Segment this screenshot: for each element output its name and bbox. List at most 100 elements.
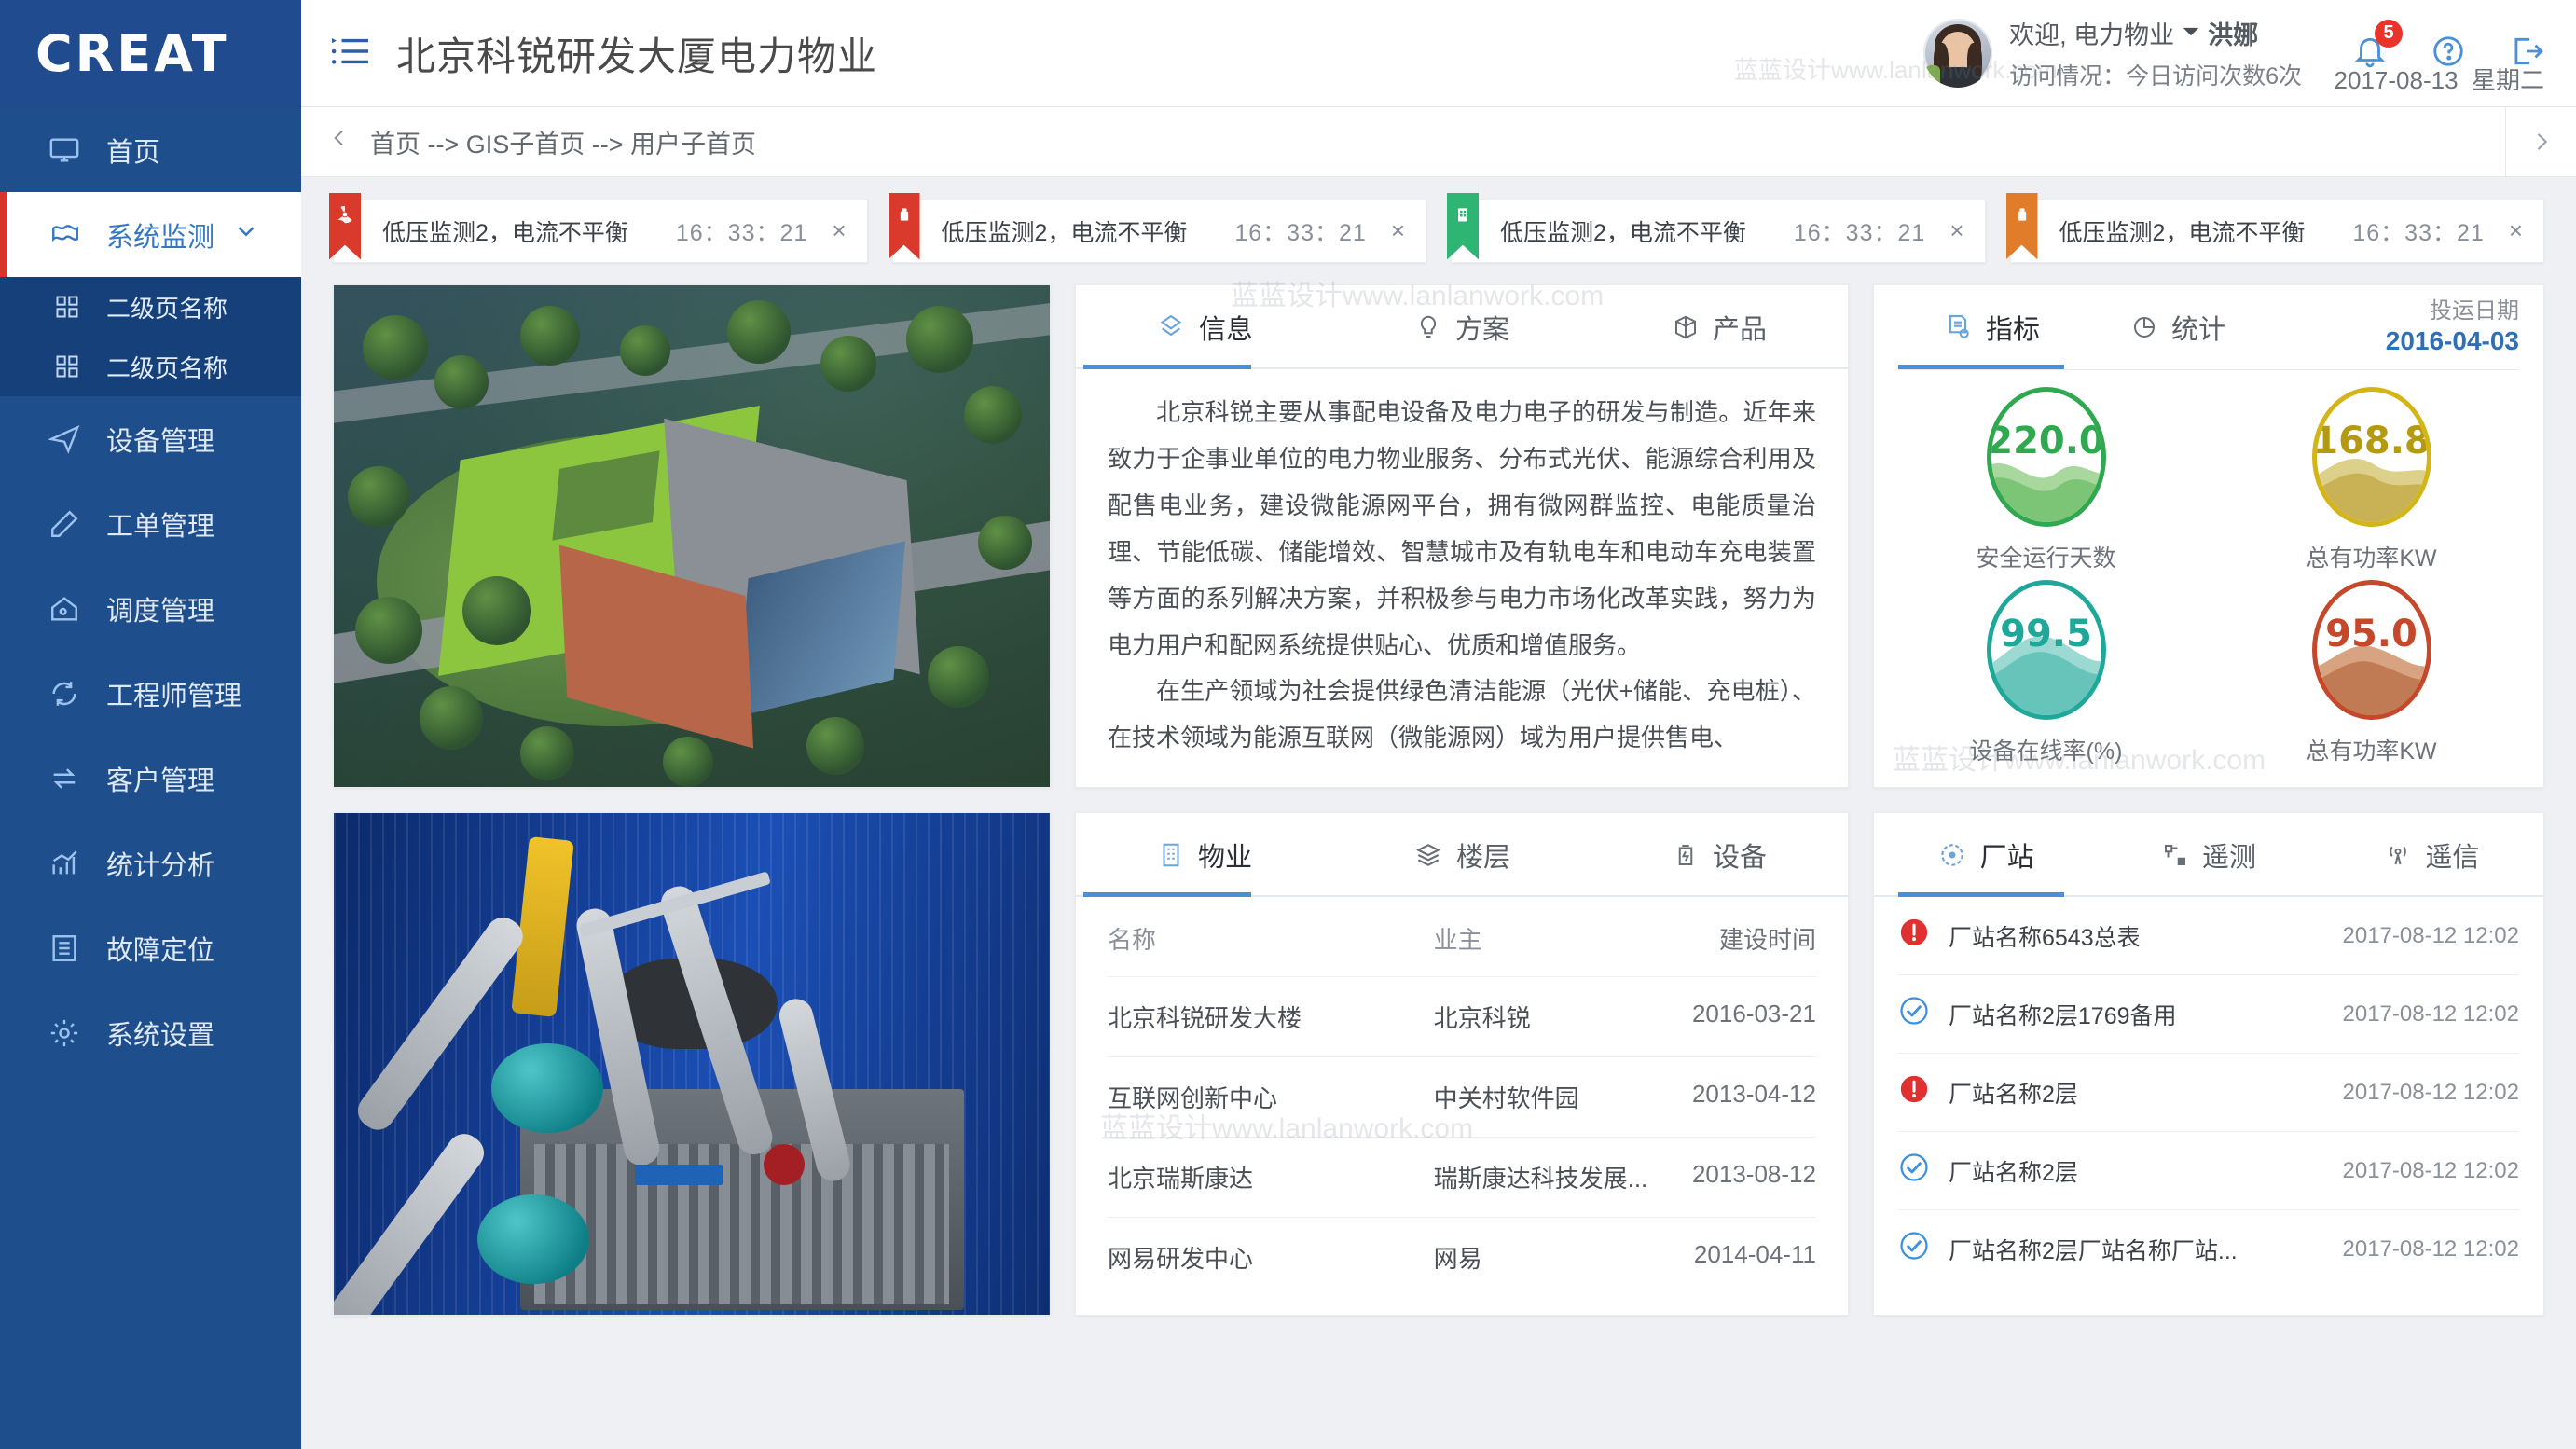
property-table: 名称 业主 建设时间 北京科锐研发大楼 北京科锐 2016-03-21 互联网创… [1076, 897, 1848, 1297]
tab-plan[interactable]: 方案 [1333, 285, 1591, 369]
dashboard-root: CREAT 首页 系统监测 二级页名称 二级页名称 设备管理 工单管理 调度管理… [0, 0, 2576, 1449]
box-package-icon [1672, 312, 1700, 342]
property-panel-tabs: 物业 楼层 设备 [1076, 813, 1848, 897]
sidebar-item-customer[interactable]: 客户管理 [0, 736, 301, 821]
cell-owner: 北京科锐 [1433, 1004, 1531, 1032]
close-icon[interactable]: × [1391, 216, 1405, 245]
tab-info[interactable]: 信息 [1076, 285, 1333, 369]
sidebar-item-home[interactable]: 首页 [0, 107, 301, 192]
power-transformer-photo [333, 812, 1051, 1316]
tab-station[interactable]: 厂站 [1874, 813, 2097, 897]
sidebar-item-device-management[interactable]: 设备管理 [0, 396, 301, 481]
property-panel: 物业 楼层 设备 名称 业主 建设时间 北京科锐研发大楼 北京科锐 2016-0… [1075, 812, 1849, 1316]
tab-label: 遥信 [2425, 843, 2480, 873]
sidebar-item-work-order[interactable]: 工单管理 [0, 481, 301, 566]
metric-panel-tabs: 指标 统计 投运日期 2016-04-03 [1874, 285, 2543, 369]
cell-name: 网易研发中心 [1108, 1245, 1254, 1273]
gauge-label: 安全运行天数 [1976, 545, 2116, 572]
close-icon[interactable]: × [832, 216, 846, 245]
transformer-icon [2005, 192, 2038, 260]
alert-item[interactable]: 低压监测2，电流不平衡 16：33：21 × [2005, 192, 2544, 263]
sidebar-subitem-2[interactable]: 二级页名称 [0, 337, 301, 396]
close-icon[interactable]: × [1949, 216, 1963, 245]
list-item[interactable]: 厂站名称2层 2017-08-12 12:02 [1898, 1054, 2519, 1132]
alert-text: 低压监测2，电流不平衡 [1500, 219, 1746, 246]
brand-name: CREAT [35, 24, 229, 83]
content-row-top: 信息 方案 产品 北京科锐主要从事配电设备及电力电子的研发与制造。近年来致力于企… [333, 284, 2544, 788]
welcome-block: 欢迎, 电力物业 洪娜 访问情况：今日访问次数6次 [2009, 15, 2302, 91]
refresh-gear-icon [48, 678, 93, 710]
tab-statistics[interactable]: 统计 [2085, 285, 2271, 369]
chevron-down-icon[interactable] [2182, 19, 2200, 48]
cell-date: 2013-04-12 [1691, 1080, 1816, 1108]
alert-item[interactable]: 低压监测2，电流不平衡 16：33：21 × [329, 192, 868, 263]
tab-telemetry[interactable]: 遥测 [2097, 813, 2320, 897]
list-item[interactable]: 厂站名称2层1769备用 2017-08-12 12:02 [1898, 975, 2519, 1054]
sidebar-item-fault-location[interactable]: 故障定位 [0, 905, 301, 990]
brand-logo[interactable]: CREAT [0, 0, 301, 107]
commission-date-value: 2016-04-03 [2385, 325, 2519, 355]
alert-item[interactable]: 低压监测2，电流不平衡 16：33：21 × [888, 192, 1426, 263]
table-row[interactable]: 北京科锐研发大楼 北京科锐 2016-03-21 [1108, 976, 1816, 1056]
sidebar-item-dispatch[interactable]: 调度管理 [0, 566, 301, 651]
list-item[interactable]: 厂站名称6543总表 2017-08-12 12:02 [1898, 897, 2519, 975]
sidebar-item-label: 工程师管理 [106, 681, 242, 711]
station-name: 厂站名称6543总表 [1949, 924, 2141, 951]
sidebar-subitem-label: 二级页名称 [106, 353, 228, 382]
pie-chart-icon [2130, 312, 2158, 342]
sidebar-subitem-label: 二级页名称 [106, 294, 228, 323]
tab-indicator[interactable]: 指标 [1898, 285, 2085, 369]
gauge-device-online-rate: 99.5 设备在线率(%) [1883, 577, 2209, 771]
sidebar-item-system-monitoring[interactable]: 系统监测 [0, 192, 301, 277]
station-time: 2017-08-12 12:02 [2342, 1235, 2520, 1262]
list-item[interactable]: 厂站名称2层厂站名称厂站... 2017-08-12 12:02 [1898, 1210, 2519, 1288]
alert-text: 低压监测2，电流不平衡 [2059, 219, 2306, 246]
hamburger-list-icon[interactable] [329, 34, 372, 74]
info-paragraph: 北京科锐主要从事配电设备及电力电子的研发与制造。近年来致力于企事业单位的电力物业… [1108, 398, 1816, 659]
tab-property[interactable]: 物业 [1076, 813, 1333, 897]
tab-label: 方案 [1454, 315, 1509, 345]
chevron-down-icon[interactable] [232, 217, 260, 253]
cell-owner: 网易 [1433, 1245, 1482, 1273]
tab-floor[interactable]: 楼层 [1333, 813, 1591, 897]
breadcrumb[interactable]: 首页 --> GIS子首页 --> 用户子首页 [370, 124, 756, 160]
tab-telesignal[interactable]: 遥信 [2321, 813, 2543, 897]
station-time: 2017-08-12 12:02 [2342, 1157, 2520, 1183]
column-header-date: 建设时间 [1718, 926, 1816, 954]
sidebar-item-system-settings[interactable]: 系统设置 [0, 990, 301, 1075]
station-panel: 厂站 遥测 遥信 厂站名称6543总表 2017-08-12 12:02 厂站名… [1873, 812, 2544, 1316]
tab-label: 厂站 [1979, 843, 2034, 873]
chevron-left-icon[interactable] [327, 124, 351, 159]
list-item[interactable]: 厂站名称2层 2017-08-12 12:02 [1898, 1132, 2519, 1210]
tab-label: 设备 [1712, 843, 1767, 873]
table-row[interactable]: 互联网创新中心 中关村软件园 2013-04-12 [1108, 1056, 1816, 1137]
info-panel-tabs: 信息 方案 产品 [1076, 285, 1848, 369]
swap-arrows-icon [48, 763, 93, 794]
alert-item[interactable]: 低压监测2，电流不平衡 16：33：21 × [1447, 192, 1986, 263]
sidebar-subitem-1[interactable]: 二级页名称 [0, 277, 301, 337]
sidebar-item-engineer[interactable]: 工程师管理 [0, 651, 301, 736]
sidebar-submenu: 二级页名称 二级页名称 [0, 277, 301, 396]
close-icon[interactable]: × [2509, 216, 2523, 245]
tab-device[interactable]: 设备 [1591, 813, 1848, 897]
alert-time: 16：33：21 [1234, 219, 1367, 246]
sidebar-item-statistics[interactable]: 统计分析 [0, 821, 301, 905]
gauge-safe-days: 220.0 安全运行天数 [1883, 383, 2209, 577]
column-header-owner: 业主 [1433, 926, 1482, 954]
tab-product[interactable]: 产品 [1591, 285, 1848, 369]
alert-time: 16：33：21 [1793, 219, 1926, 246]
station-list: 厂站名称6543总表 2017-08-12 12:02 厂站名称2层1769备用… [1874, 897, 2543, 1288]
avatar[interactable] [1923, 19, 1993, 88]
gauge-grid: 220.0 安全运行天数 168.8 总有功率KW 99.5 设备在线率(%) … [1874, 370, 2543, 787]
tab-active-underline [1083, 892, 1251, 897]
layers-diamond-icon [1156, 312, 1186, 342]
gauge-value: 99.5 [2000, 613, 2092, 656]
grid-icon [54, 294, 93, 320]
lightbulb-icon [1414, 312, 1442, 342]
station-circle-icon [1937, 840, 1967, 870]
chevron-right-icon[interactable] [2505, 107, 2576, 176]
column-header-name: 名称 [1108, 926, 1157, 954]
table-row[interactable]: 北京瑞斯康达 瑞斯康达科技发展... 2013-08-12 [1108, 1137, 1816, 1217]
visit-stats: 访问情况：今日访问次数6次 [2009, 63, 2302, 90]
table-row[interactable]: 网易研发中心 网易 2014-04-11 [1108, 1217, 1816, 1297]
